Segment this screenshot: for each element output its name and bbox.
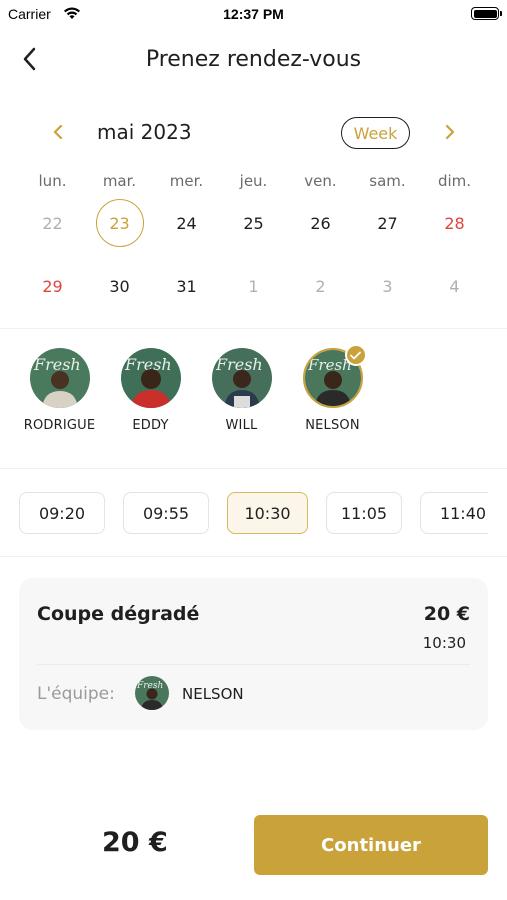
time-slot-selected[interactable]: 10:30 (227, 492, 308, 534)
time-slot[interactable]: 11:05 (326, 492, 402, 534)
barber-option[interactable]: Fresh EDDY (105, 348, 196, 433)
weekday-label: sam. (369, 172, 406, 190)
calendar-day-selected[interactable]: 23 (86, 199, 153, 247)
weekday-label: ven. (304, 172, 337, 190)
barber-name: RODRIGUE (23, 418, 96, 433)
chevron-right-icon (445, 124, 455, 140)
calendar-day[interactable]: 24 (153, 199, 220, 247)
avatar: Fresh (29, 348, 90, 408)
previous-month-button[interactable] (46, 120, 70, 144)
calendar-day[interactable]: 29 (19, 262, 86, 310)
avatar: Fresh (120, 348, 181, 408)
time-slot[interactable]: 11:40 (420, 492, 488, 534)
weekday-label: dim. (437, 172, 472, 190)
calendar-day[interactable]: 4 (421, 262, 488, 310)
section-divider (0, 468, 507, 469)
calendar-week-row: 22 23 24 25 26 27 28 (19, 199, 488, 247)
service-price: 20 € (423, 603, 470, 625)
calendar-day[interactable]: 3 (354, 262, 421, 310)
barber-option-selected[interactable]: Fresh NELSON (287, 344, 378, 433)
booking-summary-card: Coupe dégradé 20 € 10:30 L'équipe: Fresh… (19, 578, 488, 730)
svg-text:Fresh: Fresh (307, 356, 352, 374)
calendar-day[interactable]: 1 (220, 262, 287, 310)
avatar: Fresh (211, 348, 272, 408)
weekday-header: lun. mar. mer. jeu. ven. sam. dim. (19, 172, 488, 190)
continue-button[interactable]: Continuer (254, 815, 488, 875)
svg-text:Fresh: Fresh (33, 355, 81, 374)
calendar-day[interactable]: 30 (86, 262, 153, 310)
chevron-left-icon (53, 124, 63, 140)
calendar-day[interactable]: 26 (287, 199, 354, 247)
calendar-day[interactable]: 2 (287, 262, 354, 310)
barber-list: Fresh RODRIGUE Fresh EDDY Fresh WILL Fre… (14, 344, 378, 433)
next-month-button[interactable] (438, 120, 462, 144)
barber-option[interactable]: Fresh RODRIGUE (14, 348, 105, 433)
battery-icon (471, 7, 502, 20)
section-divider (0, 328, 507, 329)
team-member-name: NELSON (182, 685, 244, 703)
calendar-day[interactable]: 28 (421, 199, 488, 247)
time-slot[interactable]: 09:55 (123, 492, 209, 534)
total-price: 20 € (102, 827, 168, 858)
weekday-label: lun. (38, 172, 67, 190)
time-slot[interactable]: 09:20 (19, 492, 105, 534)
check-icon (344, 344, 367, 366)
service-time: 10:30 (422, 634, 466, 652)
avatar: Fresh (135, 676, 169, 710)
status-time: 12:37 PM (223, 6, 284, 22)
month-label: mai 2023 (97, 120, 192, 144)
weekday-label: mar. (102, 172, 137, 190)
calendar-day[interactable]: 22 (19, 199, 86, 247)
barber-name: NELSON (305, 418, 360, 433)
status-bar: Carrier 12:37 PM (0, 0, 507, 28)
week-view-toggle[interactable]: Week (341, 117, 410, 149)
calendar-day[interactable]: 25 (220, 199, 287, 247)
weekday-label: jeu. (239, 172, 268, 190)
section-divider (0, 556, 507, 557)
card-divider (37, 664, 470, 665)
barber-option[interactable]: Fresh WILL (196, 348, 287, 433)
service-name: Coupe dégradé (37, 603, 200, 625)
team-label: L'équipe: (37, 684, 115, 704)
calendar-day[interactable]: 31 (153, 262, 220, 310)
calendar-day[interactable]: 27 (354, 199, 421, 247)
time-slot-list[interactable]: 09:20 09:55 10:30 11:05 11:40 (19, 492, 488, 535)
barber-name: EDDY (132, 418, 169, 433)
weekday-label: mer. (169, 172, 204, 190)
page-title: Prenez rendez-vous (145, 47, 362, 72)
barber-name: WILL (225, 418, 258, 433)
calendar-week-row: 29 30 31 1 2 3 4 (19, 262, 488, 310)
